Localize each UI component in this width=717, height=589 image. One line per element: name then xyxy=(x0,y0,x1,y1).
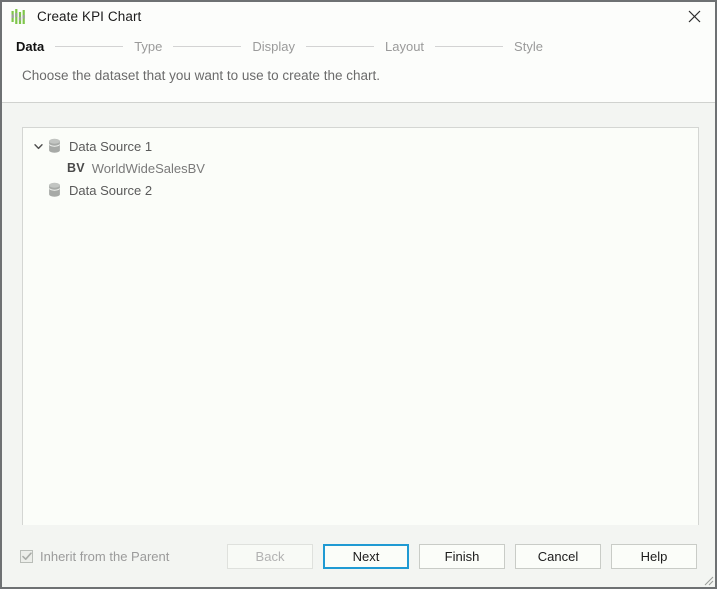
content-area: Data Source 1 BV WorldWideSalesBV Data S… xyxy=(2,103,715,527)
check-icon xyxy=(21,551,32,560)
cancel-button[interactable]: Cancel xyxy=(515,543,601,569)
inherit-from-parent-label: Inherit from the Parent xyxy=(40,548,170,564)
tree-item-label: Data Source 2 xyxy=(69,182,153,198)
step-style[interactable]: Style xyxy=(514,39,543,54)
step-connector xyxy=(173,45,242,47)
bv-icon: BV xyxy=(67,161,85,175)
database-icon xyxy=(48,182,61,197)
step-layout[interactable]: Layout xyxy=(385,39,424,54)
inherit-from-parent-checkbox[interactable]: Inherit from the Parent xyxy=(20,549,169,564)
step-connector xyxy=(435,45,504,47)
tree-item-label: WorldWideSalesBV xyxy=(91,160,205,176)
resize-grip[interactable] xyxy=(700,572,714,586)
step-type[interactable]: Type xyxy=(134,39,162,54)
footer-button-group: Back Next Finish Cancel Help xyxy=(227,543,697,569)
close-button[interactable] xyxy=(673,2,715,31)
create-kpi-chart-dialog: Create KPI Chart Data Type Display Layou… xyxy=(0,0,717,589)
back-button[interactable]: Back xyxy=(227,543,313,569)
step-data[interactable]: Data xyxy=(16,39,44,54)
wizard-step-nav: Data Type Display Layout Style xyxy=(2,31,715,61)
close-icon xyxy=(688,10,700,23)
title-bar: Create KPI Chart xyxy=(2,2,715,31)
instruction-text: Choose the dataset that you want to use … xyxy=(22,68,380,83)
chevron-down-icon[interactable] xyxy=(30,138,46,154)
dialog-footer: Inherit from the Parent Back Next Finish… xyxy=(2,525,715,587)
step-display[interactable]: Display xyxy=(252,39,295,54)
step-connector xyxy=(55,45,124,47)
finish-button[interactable]: Finish xyxy=(419,543,505,569)
tree-item-data-source-1[interactable]: Data Source 1 xyxy=(23,135,698,157)
next-button[interactable]: Next xyxy=(323,543,409,569)
step-connector xyxy=(306,45,374,47)
dataset-tree[interactable]: Data Source 1 BV WorldWideSalesBV Data S… xyxy=(22,127,699,527)
kpi-chart-icon xyxy=(11,9,25,24)
tree-item-label: Data Source 1 xyxy=(69,138,153,154)
tree-item-data-source-2[interactable]: Data Source 2 xyxy=(23,179,698,201)
database-icon xyxy=(48,138,61,153)
instruction-bar: Choose the dataset that you want to use … xyxy=(2,61,715,102)
window-title: Create KPI Chart xyxy=(37,9,142,24)
tree-item-worldwidesalesbv[interactable]: BV WorldWideSalesBV xyxy=(23,157,698,179)
checkbox-box[interactable] xyxy=(20,549,33,563)
help-button[interactable]: Help xyxy=(611,543,697,569)
